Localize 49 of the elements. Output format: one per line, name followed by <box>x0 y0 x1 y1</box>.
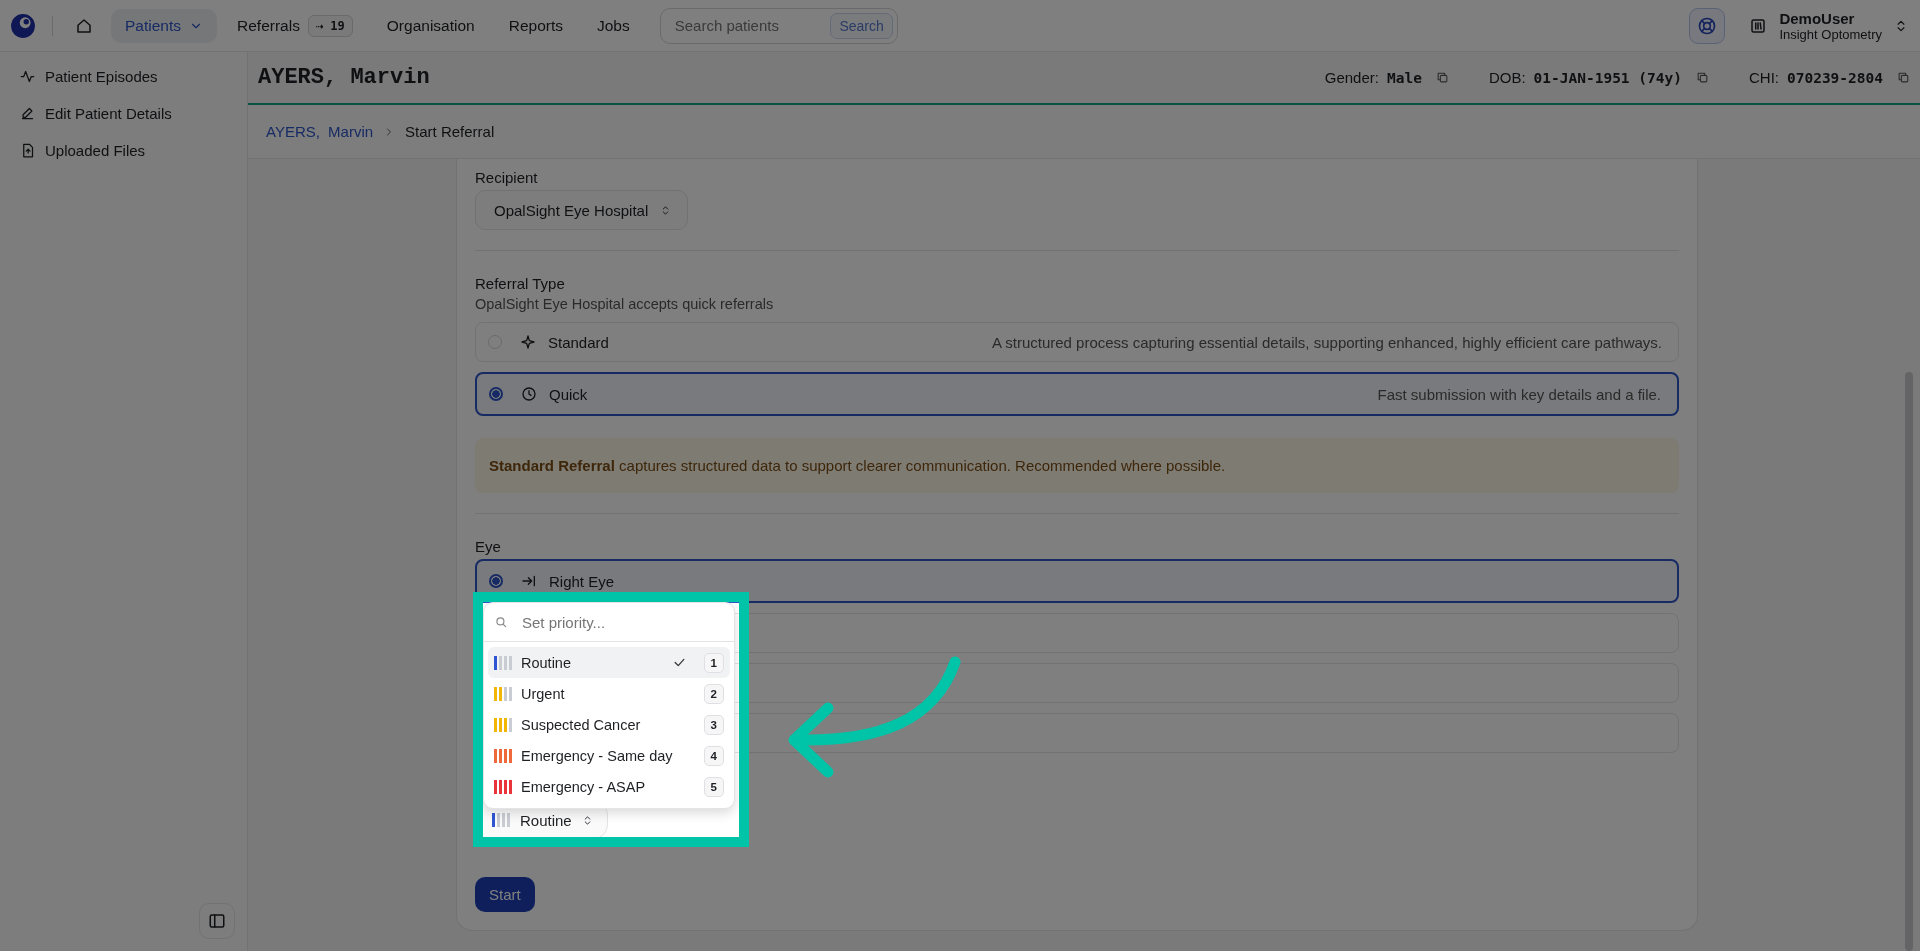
option-description: A structured process capturing essential details, supporting enhanced, highly efficient care pathways. <box>991 333 1662 351</box>
search-field[interactable]: Search patients Search <box>659 7 898 44</box>
count-badge: ⇢ 19 <box>307 14 353 37</box>
breadcrumb-current: Start Referral <box>405 123 495 140</box>
sidebar-item[interactable]: Patient Episodes <box>20 64 235 89</box>
nav-link[interactable]: Referrals ⇢ 19 <box>223 6 367 45</box>
menu-item[interactable]: Urgent 2 <box>488 678 730 709</box>
nav-link[interactable]: Organisation <box>372 8 489 43</box>
detail-value: 01-JAN-1951 (74y) <box>1533 69 1682 86</box>
option-label: Quick <box>549 385 588 403</box>
recipient-select[interactable]: OpalSight Eye Hospital <box>475 190 689 230</box>
option-description: Fast submission with key details and a file. <box>1377 385 1661 403</box>
shortcut-key: 1 <box>703 652 724 673</box>
field-label: Referral Type <box>475 275 566 292</box>
field-hint: OpalSight Eye Hospital accepts quick referrals <box>475 296 775 312</box>
sidebar-item[interactable]: Edit Patient Details <box>20 101 235 126</box>
menu-item[interactable]: Emergency - ASAP 5 <box>488 771 730 802</box>
patient-name: AYERS, Marvin <box>258 65 430 90</box>
radio-option[interactable]: Standard A structured process capturing essential details, supporting enhanced, highly efficient care pathways. <box>475 322 1679 362</box>
breadcrumb-link[interactable]: AYERS, Marvin <box>266 123 374 140</box>
detail-value: Male <box>1386 69 1422 86</box>
shortcut-key: 4 <box>703 745 724 766</box>
notice-banner: Standard Referral captures structured data to support clearer communication. Recommended where possible. <box>475 438 1679 493</box>
start-button[interactable]: Start <box>475 877 535 912</box>
search-button[interactable]: Search <box>830 12 893 39</box>
option-label: Standard <box>548 333 609 351</box>
detail-value: 070239-2804 <box>1786 69 1883 86</box>
shortcut-key: 3 <box>703 714 724 735</box>
detail-label: DOB: <box>1488 69 1526 86</box>
radio-option[interactable]: Quick Fast submission with key details and a file. <box>475 372 1679 416</box>
field-label: Eye <box>475 538 502 555</box>
account-switcher[interactable]: DemoUser Insight Optometry <box>1749 9 1908 42</box>
menu-item[interactable]: Routine 1 <box>488 647 730 678</box>
field-label: Recipient <box>475 169 539 186</box>
organisation-name: Insight Optometry <box>1779 26 1882 42</box>
priority-search-field[interactable]: Set priority... <box>520 612 724 632</box>
user-name: DemoUser <box>1779 9 1856 27</box>
shortcut-key: 5 <box>703 776 724 797</box>
menu-item[interactable]: Emergency - Same day 4 <box>488 740 730 771</box>
nav-menu[interactable]: Patients <box>111 8 217 43</box>
sidebar-item[interactable]: Uploaded Files <box>20 138 235 163</box>
nav-link[interactable]: Reports <box>494 8 577 43</box>
detail-label: CHI: <box>1748 69 1779 86</box>
radio-option[interactable]: Right Eye <box>475 559 1679 603</box>
nav-link[interactable]: Jobs <box>583 8 644 43</box>
option-label: Right Eye <box>549 572 615 590</box>
shortcut-key: 2 <box>703 683 724 704</box>
detail-label: Gender: <box>1324 69 1379 86</box>
menu-item[interactable]: Suspected Cancer 3 <box>488 709 730 740</box>
